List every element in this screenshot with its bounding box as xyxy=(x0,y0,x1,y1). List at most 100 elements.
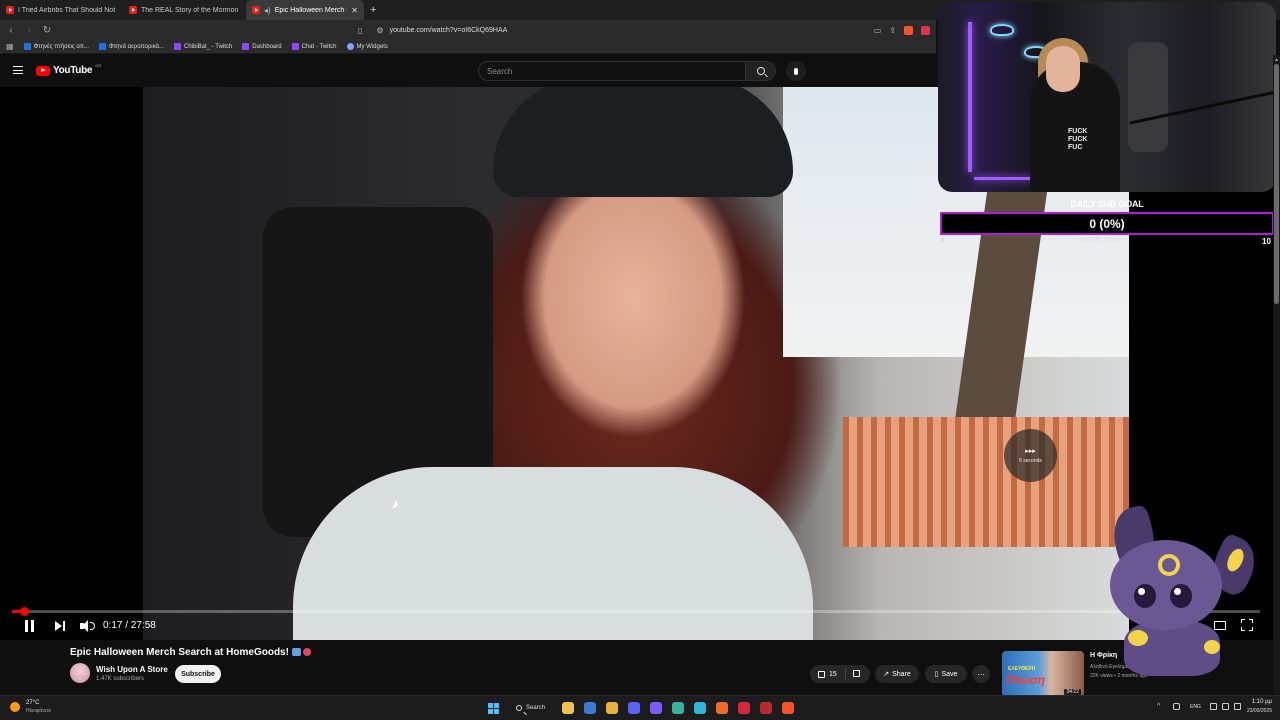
file-explorer-icon[interactable] xyxy=(562,702,574,714)
weather-description[interactable]: Ηλιοφάνεια xyxy=(26,708,51,714)
search-button[interactable] xyxy=(746,61,776,81)
browser-tab-mormon[interactable]: The REAL Story of the Mormon Church xyxy=(123,0,246,20)
subscribe-button[interactable]: Subscribe xyxy=(175,665,221,683)
hamburger-menu-icon[interactable] xyxy=(13,66,23,74)
sub-goal-start: 0 xyxy=(941,238,944,244)
save-button[interactable]: ▯ Save xyxy=(925,665,967,683)
close-tab-icon[interactable]: ✕ xyxy=(351,6,358,15)
channel-avatar[interactable] xyxy=(70,663,90,683)
channel-name[interactable]: Wish Upon A Store xyxy=(96,665,168,674)
video-title: Epic Halloween Merch Search at HomeGoods… xyxy=(70,647,311,658)
plush-ring xyxy=(1158,554,1180,576)
shirt-text: FUCK FUCK FUC xyxy=(1068,128,1088,151)
bookmark-flights-2[interactable]: Φτηνά αεροπορικά... xyxy=(99,43,164,50)
plane-icon xyxy=(23,43,31,50)
neon-light xyxy=(968,22,972,172)
bookmark-flights-1[interactable]: Φτηνές πτήσεις απ... xyxy=(23,43,89,50)
back-icon[interactable]: ‹ xyxy=(6,25,16,36)
subscriber-count: 1.47K subscribers xyxy=(96,676,145,682)
video-scene-shirt xyxy=(293,467,813,640)
bookmark-dashboard[interactable]: Dashboard xyxy=(242,43,282,50)
opera-icon[interactable] xyxy=(738,702,750,714)
youtube-wordmark: YouTube xyxy=(53,65,93,76)
microphone-icon xyxy=(794,67,798,75)
bookmark-star-icon[interactable]: ▯ xyxy=(358,26,362,35)
video-scene-carts xyxy=(843,417,1129,547)
fast-forward-icon: ▸▸▸ xyxy=(1025,448,1036,455)
mic-tray-icon[interactable] xyxy=(1173,703,1180,710)
brave-icon[interactable] xyxy=(782,702,794,714)
windows-start-icon[interactable] xyxy=(488,703,499,714)
share-arrow-icon: ↗ xyxy=(883,671,890,678)
more-actions-button[interactable]: ⋯ xyxy=(972,665,990,683)
media-icon[interactable] xyxy=(650,702,662,714)
like-dislike-group: 15 xyxy=(810,665,870,683)
taskbar-search[interactable]: Search xyxy=(510,700,554,716)
windows-taskbar xyxy=(0,695,1280,720)
video-scene-cap xyxy=(493,87,793,197)
bookmark-twitch-chat[interactable]: Chat - Twitch xyxy=(291,43,337,50)
youtube-play-icon xyxy=(36,65,50,76)
thumbnail-headline: Πτώση xyxy=(1006,673,1045,687)
share-page-icon[interactable]: ⇪ xyxy=(889,26,896,35)
scrollbar-thumb[interactable] xyxy=(1274,64,1279,304)
new-tab-button[interactable]: + xyxy=(364,4,382,16)
bookmark-label: Dashboard xyxy=(252,43,282,50)
plush-paw xyxy=(1204,640,1220,654)
pause-button[interactable] xyxy=(24,620,36,632)
search-input[interactable]: Search xyxy=(478,61,746,81)
streamer-webcam: FUCK FUCK FUC xyxy=(938,2,1276,192)
voice-search-button[interactable] xyxy=(786,61,806,81)
youtube-favicon-icon xyxy=(252,6,260,14)
sun-weather-icon[interactable] xyxy=(10,702,20,712)
snipping-icon[interactable] xyxy=(672,702,684,714)
search-icon xyxy=(516,705,522,711)
clock-date[interactable]: 23/09/2025 xyxy=(1236,708,1272,714)
thumbnail-caption: ΕΛΕΥΘΕΡΗ xyxy=(1008,666,1036,672)
obs-icon[interactable] xyxy=(760,702,772,714)
reload-icon[interactable]: ↻ xyxy=(42,25,52,36)
forward-icon[interactable]: › xyxy=(24,25,34,36)
site-info-icon[interactable]: ⚙ xyxy=(376,26,383,35)
language-indicator[interactable]: ENG xyxy=(1190,704,1201,710)
sub-goal-title: DAILY SUB GOAL xyxy=(1070,199,1144,209)
edge-icon[interactable] xyxy=(694,702,706,714)
gaming-chair xyxy=(1128,42,1168,152)
scroll-up-icon[interactable]: ▲ xyxy=(1274,57,1279,63)
apps-grid-icon[interactable]: ▦ xyxy=(6,42,14,51)
screen: I Tried Airbnbs That Should Not Exist Th… xyxy=(0,0,1280,720)
url-field[interactable]: ⚙ youtube.com/watch?v=oI6CkQ69HAA xyxy=(370,22,866,38)
browser-tab-airbnbs[interactable]: I Tried Airbnbs That Should Not Exist xyxy=(0,0,123,20)
bookmark-twitch-channel[interactable]: ChibiBat_ - Twitch xyxy=(174,43,232,50)
discord-icon[interactable] xyxy=(628,702,640,714)
tray-icons xyxy=(1173,703,1180,710)
youtube-logo[interactable]: YouTube GR xyxy=(36,63,101,76)
firefox-icon[interactable] xyxy=(716,702,728,714)
clock-time[interactable]: 1:10 μμ xyxy=(1246,699,1272,705)
skull-emoji-icon xyxy=(302,648,311,656)
progress-bar[interactable] xyxy=(12,607,1260,616)
like-button[interactable]: 15 xyxy=(810,668,846,680)
search-placeholder: Search xyxy=(487,66,513,76)
save-label: Save xyxy=(941,670,958,678)
store-icon[interactable] xyxy=(584,702,596,714)
youtube-favicon-icon xyxy=(6,6,14,14)
dislike-button[interactable] xyxy=(846,669,860,679)
plush-eye xyxy=(1134,584,1156,608)
browser-tab-halloween[interactable]: ◂) Epic Halloween Merch Search ✕ xyxy=(246,0,364,20)
brave-rewards-icon[interactable] xyxy=(921,25,930,35)
twitch-icon xyxy=(242,43,250,50)
chrome-icon[interactable] xyxy=(606,702,618,714)
video-title-text: Epic Halloween Merch Search at HomeGoods… xyxy=(70,647,289,658)
brave-shield-icon[interactable] xyxy=(904,25,913,35)
cast-icon[interactable]: ▭ xyxy=(874,26,882,35)
tab-label: I Tried Airbnbs That Should Not Exist xyxy=(18,6,117,14)
next-video-button[interactable] xyxy=(55,621,66,631)
share-button[interactable]: ↗ Share xyxy=(875,665,919,683)
bookmark-icon: ▯ xyxy=(934,671,939,678)
sub-goal-bar: 0 (0%) xyxy=(940,212,1274,235)
recommended-video-thumbnail[interactable]: ΕΛΕΥΘΕΡΗ Πτώση 34:22 xyxy=(1002,651,1084,697)
bookmark-widgets[interactable]: My Widgets xyxy=(346,43,388,50)
tray-chevron-up-icon[interactable]: ^ xyxy=(1157,703,1160,710)
weather-temperature[interactable]: 27°C xyxy=(26,700,39,706)
